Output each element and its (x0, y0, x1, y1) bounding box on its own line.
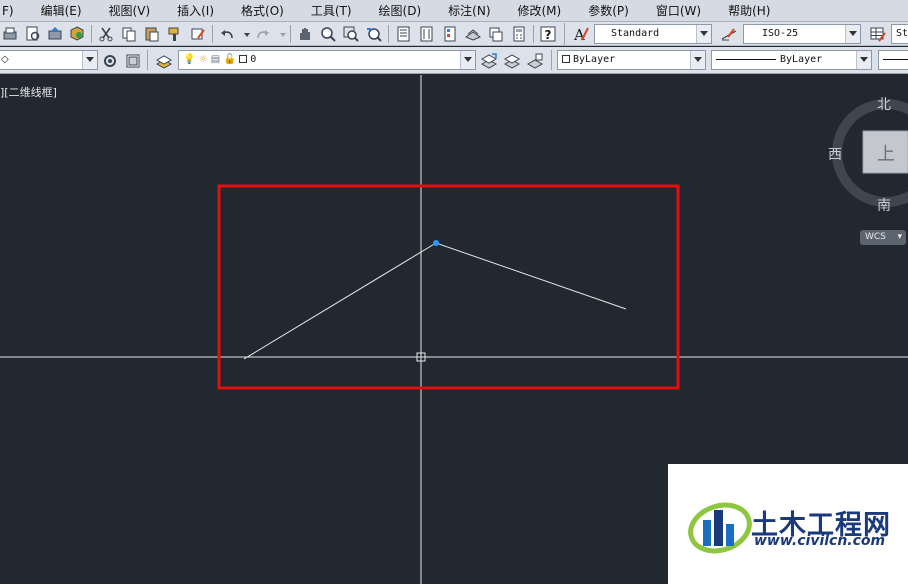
pan-icon[interactable] (296, 25, 314, 43)
layers-toolbar: ◇ 💡 ☼ ▤ 🔓 0 ByLayer ByLayer (0, 47, 908, 74)
quickcalc-icon[interactable] (510, 25, 528, 43)
undo-icon[interactable] (218, 25, 236, 43)
lineweight-preview-icon (883, 58, 908, 60)
layer-color-swatch-icon (239, 55, 248, 63)
menu-parametric[interactable]: 参数(P) (573, 0, 641, 22)
workspace-value: ◇ (1, 54, 9, 65)
viewport-label[interactable]: ][二维线框] (0, 84, 57, 100)
svg-text:?: ? (545, 28, 552, 42)
compass-west[interactable]: 西 (828, 144, 842, 164)
menu-insert[interactable]: 插入(I) (162, 0, 226, 22)
svg-text:A: A (573, 26, 585, 43)
menu-view[interactable]: 视图(V) (94, 0, 163, 22)
zoom-realtime-icon[interactable] (319, 25, 337, 43)
help-icon[interactable]: ? (539, 25, 557, 43)
workspace-combo[interactable]: ◇ (0, 50, 98, 70)
text-style-combo[interactable]: Standard (594, 24, 712, 44)
match-properties-icon[interactable] (166, 25, 184, 43)
color-value: ByLayer (573, 54, 616, 65)
viewcube-top-label[interactable]: 上 (877, 140, 895, 166)
markup-set-icon[interactable] (487, 25, 505, 43)
block-editor-icon[interactable] (189, 25, 207, 43)
redo-dropdown-icon[interactable] (274, 25, 286, 43)
linetype-value: ByLayer (780, 54, 823, 65)
design-center-icon[interactable] (418, 25, 436, 43)
layer-lock-icon: 🔓 (223, 54, 236, 65)
undo-dropdown-icon[interactable] (238, 25, 250, 43)
grip-point[interactable] (433, 240, 439, 246)
3d-print-icon[interactable] (68, 25, 86, 43)
standard-toolbar: ? A Standard ISO-25 St (0, 22, 908, 46)
table-style-icon[interactable] (869, 25, 887, 43)
menu-modify[interactable]: 修改(M) (503, 0, 574, 22)
menu-file[interactable]: F) (0, 0, 26, 22)
layer-freeze-icon: ☼ (198, 54, 208, 65)
copy-icon[interactable] (120, 25, 138, 43)
menu-window[interactable]: 窗口(W) (641, 0, 713, 22)
paste-icon[interactable] (143, 25, 161, 43)
plot-icon[interactable] (1, 25, 19, 43)
layer-state-icon[interactable] (526, 52, 544, 70)
sheet-set-icon[interactable] (464, 25, 482, 43)
text-style-value: Standard (611, 28, 660, 39)
redo-icon[interactable] (254, 25, 272, 43)
linetype-combo[interactable]: ByLayer (711, 50, 872, 70)
clean-screen-icon[interactable] (124, 52, 142, 70)
table-style-combo[interactable]: St (891, 24, 908, 44)
plot-preview-icon[interactable] (24, 25, 42, 43)
lineweight-combo[interactable] (878, 50, 908, 70)
menu-dimension[interactable]: 标注(N) (433, 0, 502, 22)
color-combo[interactable]: ByLayer (557, 50, 706, 70)
dimension-style-value: ISO-25 (762, 28, 799, 39)
layer-on-icon: 💡 (183, 54, 196, 65)
make-current-layer-icon[interactable] (480, 52, 498, 70)
layer-combo[interactable]: 💡 ☼ ▤ 🔓 0 (178, 50, 476, 70)
workspace-settings-icon[interactable] (101, 52, 119, 70)
watermark-logo (688, 502, 752, 554)
table-style-value: St (896, 28, 908, 39)
menu-format[interactable]: 格式(O) (226, 0, 296, 22)
ucs-dropdown-icon: ▾ (897, 232, 902, 242)
layer-viewport-icon: ▤ (210, 54, 221, 65)
menu-tools[interactable]: 工具(T) (296, 0, 364, 22)
color-swatch-icon (562, 55, 570, 63)
zoom-previous-icon[interactable] (365, 25, 383, 43)
compass-north[interactable]: 北 (877, 94, 891, 114)
ucs-menu[interactable]: WCS ▾ (860, 230, 906, 245)
compass-south[interactable]: 南 (877, 195, 891, 215)
highlight-box (217, 184, 680, 390)
properties-icon[interactable] (395, 25, 413, 43)
autocad-window: F) 编辑(E) 视图(V) 插入(I) 格式(O) 工具(T) 绘图(D) 标… (0, 0, 908, 584)
menu-draw[interactable]: 绘图(D) (364, 0, 434, 22)
dimension-style-combo[interactable]: ISO-25 (743, 24, 861, 44)
drawn-polyline[interactable] (243, 242, 627, 360)
layer-previous-icon[interactable] (503, 52, 521, 70)
ucs-label: WCS (865, 232, 886, 242)
layer-name-value: 0 (250, 54, 257, 65)
watermark-url: www.civilcn.com (754, 533, 886, 549)
zoom-window-icon[interactable] (342, 25, 360, 43)
menu-bar: F) 编辑(E) 视图(V) 插入(I) 格式(O) 工具(T) 绘图(D) 标… (0, 0, 908, 22)
menu-edit[interactable]: 编辑(E) (26, 0, 94, 22)
dimension-style-icon[interactable] (720, 25, 738, 43)
menu-help[interactable]: 帮助(H) (713, 0, 782, 22)
linetype-preview-icon (716, 58, 776, 60)
publish-icon[interactable] (46, 25, 64, 43)
cut-icon[interactable] (97, 25, 115, 43)
layer-properties-icon[interactable] (155, 52, 173, 70)
text-style-icon[interactable]: A (572, 25, 590, 43)
tool-palettes-icon[interactable] (441, 25, 459, 43)
